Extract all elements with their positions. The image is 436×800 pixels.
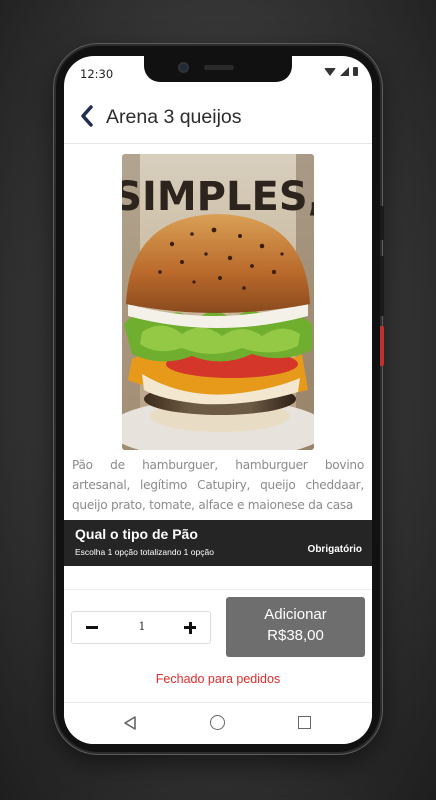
decrease-quantity-button[interactable] xyxy=(76,612,108,643)
volume-button xyxy=(380,256,384,316)
page-header: Arena 3 queijos xyxy=(64,88,372,144)
option-section-title: Qual o tipo de Pão xyxy=(75,526,198,542)
screen: 12:30 Arena 3 queijos SIMPLES, Pão de ha… xyxy=(64,56,372,744)
android-nav-bar xyxy=(64,702,372,744)
required-badge: Obrigatório xyxy=(307,544,362,555)
notch xyxy=(144,56,292,82)
add-button-label: Adicionar xyxy=(264,606,327,623)
add-to-cart-button[interactable]: Adicionar R$38,00 xyxy=(226,597,365,657)
option-section-subtitle: Escolha 1 opção totalizando 1 opção xyxy=(75,547,214,557)
closed-message: Fechado para pedidos xyxy=(155,672,281,686)
quantity-value: 1 xyxy=(138,620,146,633)
speaker-grille xyxy=(204,65,234,70)
status-time: 12:30 xyxy=(80,67,114,81)
increase-quantity-button[interactable] xyxy=(174,612,206,643)
page-title: Arena 3 queijos xyxy=(106,106,242,128)
nav-back-icon[interactable] xyxy=(122,715,138,731)
image-text: SIMPLES, xyxy=(122,174,314,220)
side-button xyxy=(380,206,384,240)
battery-icon xyxy=(353,67,358,76)
status-bar: 12:30 xyxy=(64,56,372,88)
status-icons xyxy=(324,67,358,76)
product-image: SIMPLES, B xyxy=(122,154,314,450)
nav-recent-icon[interactable] xyxy=(298,716,311,729)
nav-home-icon[interactable] xyxy=(210,715,225,730)
phone-frame: 12:30 Arena 3 queijos SIMPLES, Pão de ha… xyxy=(56,46,384,752)
power-button xyxy=(380,326,384,366)
option-section-header: Qual o tipo de Pão Escolha 1 opção total… xyxy=(64,520,372,566)
signal-icon xyxy=(340,67,349,76)
order-footer: 1 Adicionar R$38,00 Fechado para pedidos xyxy=(64,589,372,709)
chevron-left-icon[interactable] xyxy=(78,103,98,129)
wifi-icon xyxy=(324,67,336,76)
add-button-price: R$38,00 xyxy=(267,627,324,644)
camera-icon xyxy=(178,62,189,73)
product-description: Pão de hamburguer, hamburguer bovino art… xyxy=(72,458,364,512)
quantity-stepper: 1 xyxy=(71,611,211,644)
